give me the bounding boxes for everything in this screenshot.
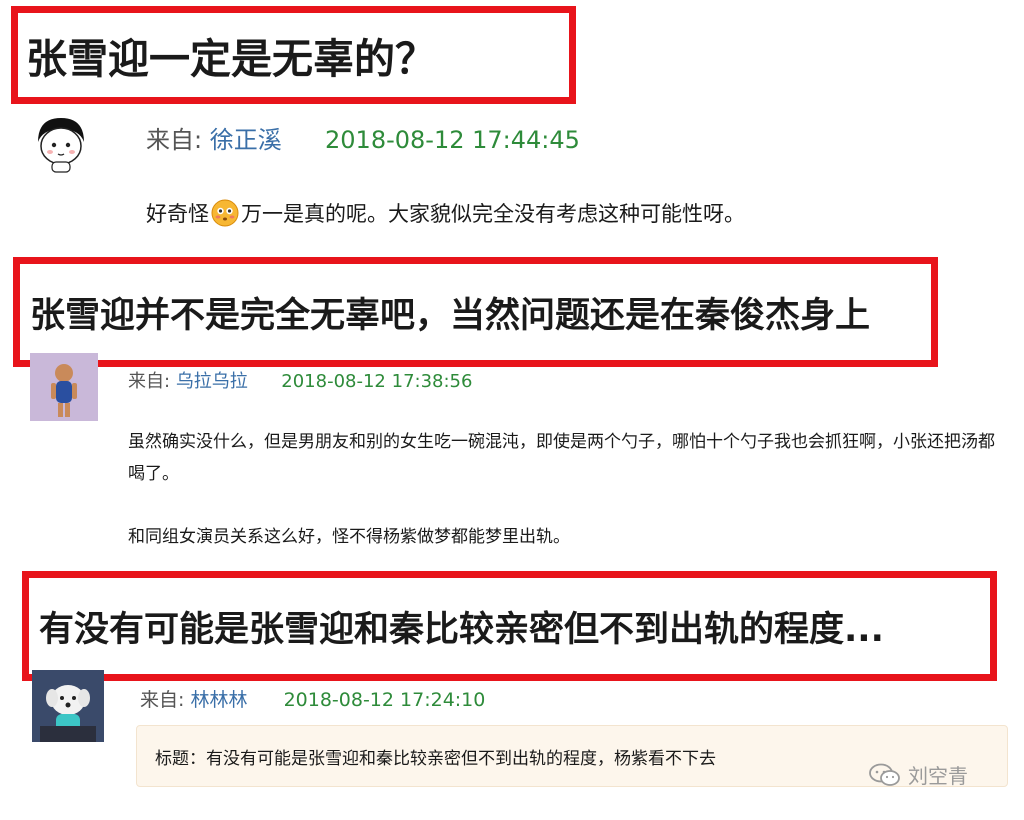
username-link[interactable]: 林林林 [190,689,247,711]
username-link[interactable]: 乌拉乌拉 [176,371,248,392]
comment-text-2a: 虽然确实没什么，但是男朋友和别的女生吃一碗混沌，即使是两个勺子，哪怕十个勺子我也… [128,432,995,484]
headline-3: 有没有可能是张雪迎和秦比较亲密但不到出轨的程度... [39,609,884,650]
avatar-2 [30,353,98,421]
flushed-face-emoji-icon [211,199,239,227]
highlight-box-1: 张雪迎一定是无辜的？ [11,6,576,104]
comment-meta-3: 来自: 林林林 2018-08-12 17:24:10 [140,685,485,712]
quoted-title-text: 标题：有没有可能是张雪迎和秦比较亲密但不到出轨的程度，杨紫看不下去 [155,748,716,769]
from-label: 来自: [146,126,203,154]
comment-date: 2018-08-12 17:44:45 [325,126,580,154]
avatar-1 [30,112,92,174]
comment-meta-2: 来自: 乌拉乌拉 2018-08-12 17:38:56 [128,367,472,393]
headline-2: 张雪迎并不是完全无辜吧，当然问题还是在秦俊杰身上 [30,295,871,336]
headline-1: 张雪迎一定是无辜的？ [26,35,436,83]
from-label: 来自: [128,371,171,392]
comment-text-1: 好奇怪 万一是真的呢。大家貌似完全没有考虑这种可能性呀。 [146,198,745,228]
highlight-box-3: 有没有可能是张雪迎和秦比较亲密但不到出轨的程度... [22,571,997,681]
comment-text-part: 好奇怪 [146,202,209,226]
watermark-text: 刘空青 [908,764,968,788]
comment-meta-1: 来自: 徐正溪 2018-08-12 17:44:45 [146,120,580,155]
cartoon-avatar-icon [30,112,92,174]
figure-avatar-icon [30,353,98,421]
watermark: 刘空青 [868,760,968,789]
dog-avatar-icon [32,670,104,742]
avatar-3 [32,670,104,742]
comment-date: 2018-08-12 17:38:56 [281,371,473,392]
comment-text-part: 万一是真的呢。大家貌似完全没有考虑这种可能性呀。 [241,202,745,226]
from-label: 来自: [140,689,185,711]
username-link[interactable]: 徐正溪 [210,126,282,154]
wechat-icon [869,763,900,786]
highlight-box-2: 张雪迎并不是完全无辜吧，当然问题还是在秦俊杰身上 [13,257,938,367]
comment-date: 2018-08-12 17:24:10 [283,689,486,711]
comment-text-2b: 和同组女演员关系这么好，怪不得杨紫做梦都能梦里出轨。 [128,527,570,547]
